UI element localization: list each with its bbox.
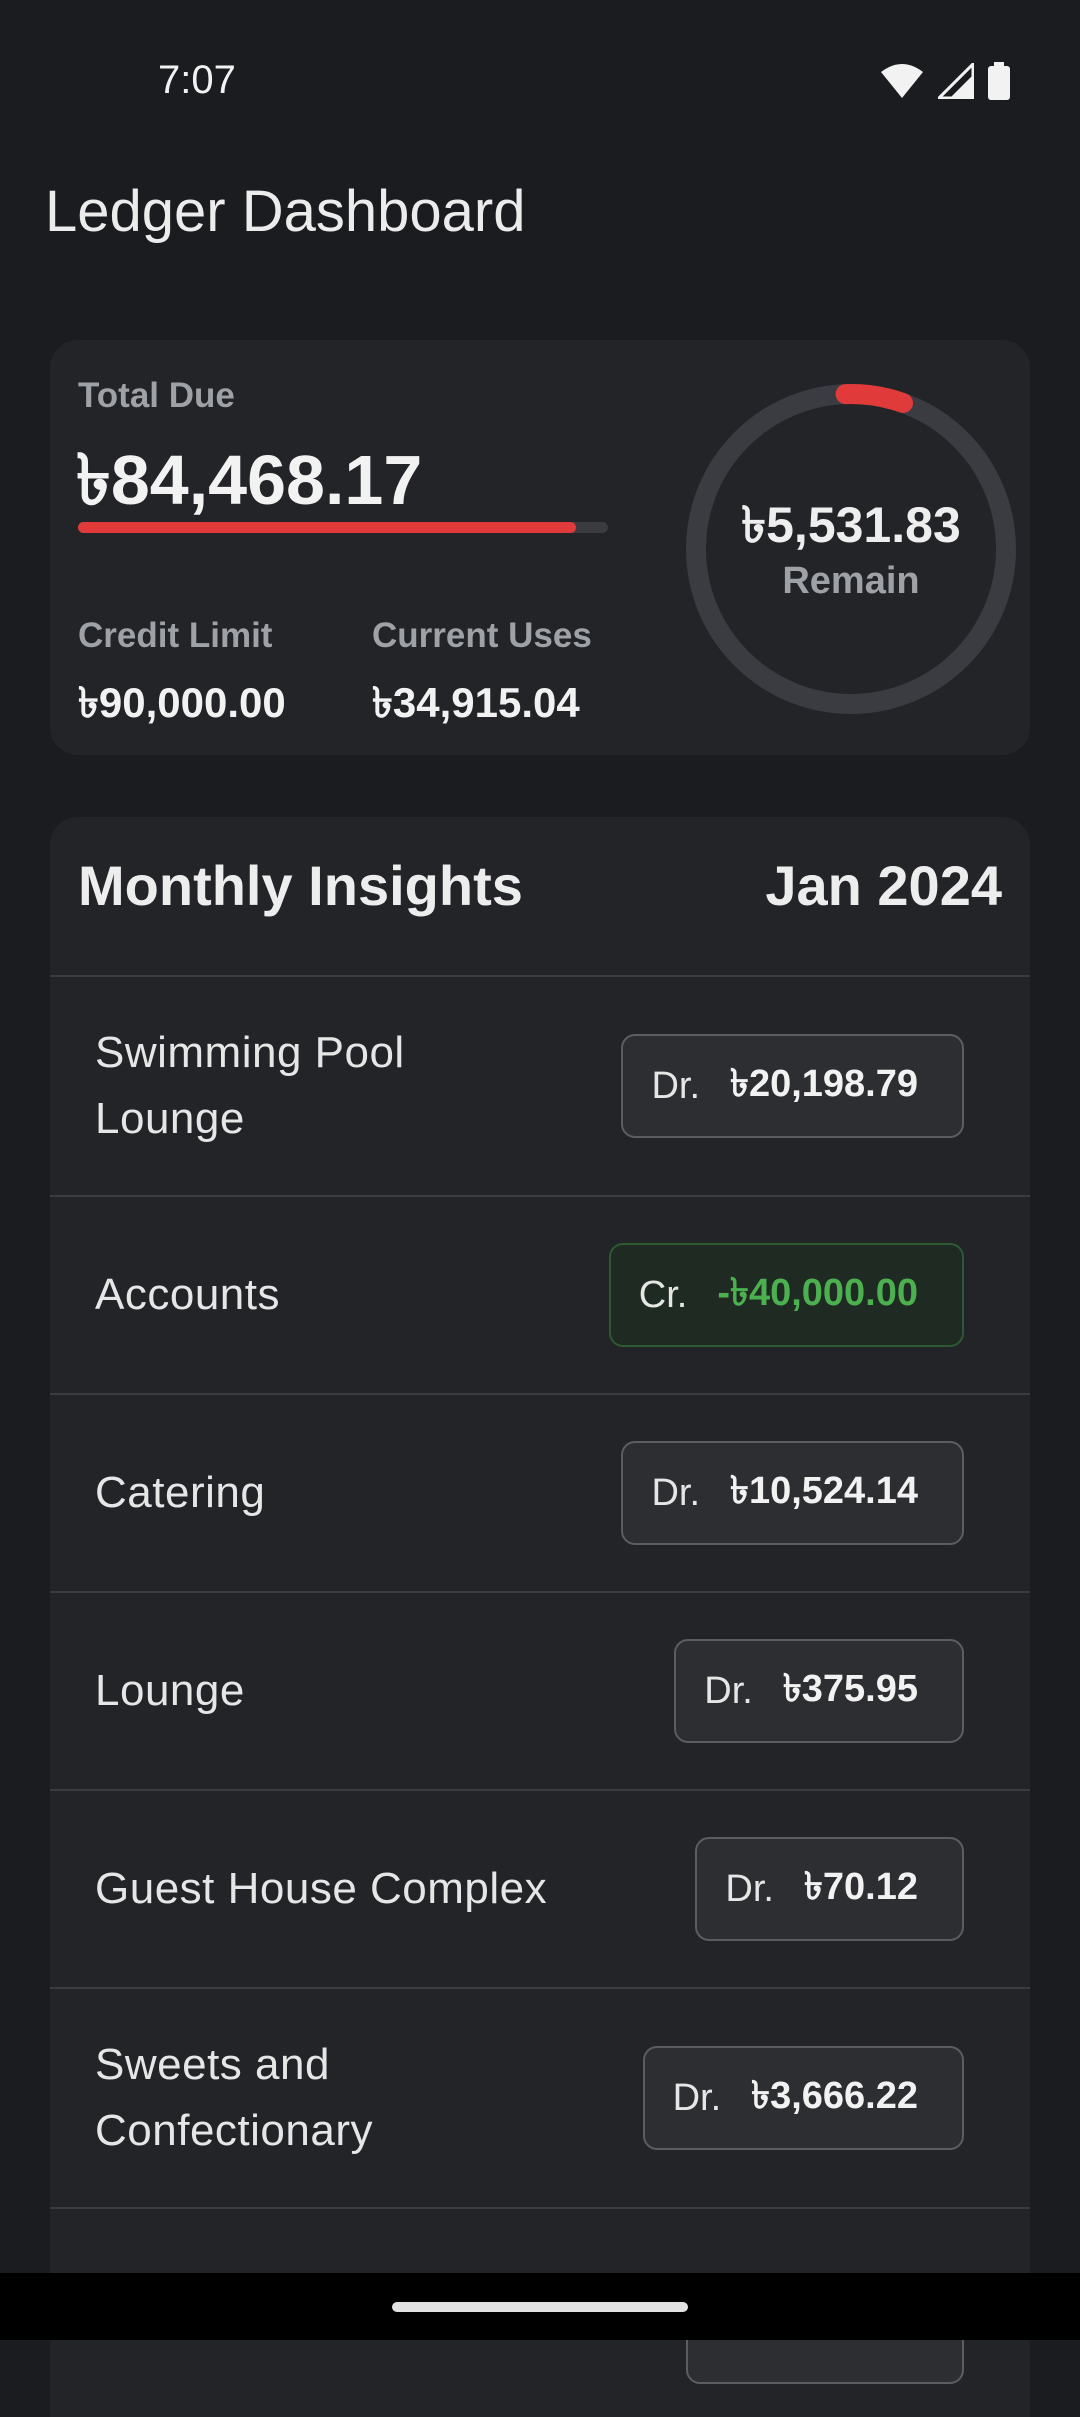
status-time: 7:07	[158, 58, 236, 102]
total-due-label: Total Due	[78, 376, 235, 415]
amount-chip: Dr. ৳3,666.22	[642, 2046, 964, 2150]
list-item[interactable]: Guest House Complex Dr. ৳70.12	[50, 1789, 1030, 1987]
total-due-progress-fill	[78, 522, 577, 533]
entry-amount: ৳70.12	[803, 1866, 918, 1908]
credit-limit-label: Credit Limit	[78, 616, 273, 655]
total-due-progress-bar	[78, 522, 608, 533]
list-item-name: Lounge	[95, 1666, 245, 1715]
list-item[interactable]: Sweets and Confectionary Dr. ৳3,666.22	[50, 1987, 1030, 2207]
status-icons	[880, 62, 1010, 100]
wifi-icon	[880, 63, 924, 99]
entry-amount: ৳20,198.79	[730, 1063, 918, 1105]
credit-limit-value: ৳90,000.00	[78, 679, 286, 726]
insights-month[interactable]: Jan 2024	[765, 853, 1002, 918]
remain-value: ৳5,531.83	[741, 497, 961, 553]
amount-chip: Dr. ৳10,524.14	[621, 1441, 964, 1545]
status-bar: 7:07	[0, 0, 1080, 120]
list-item-name: Sweets and Confectionary	[95, 2040, 373, 2155]
list-item-name: Swimming Pool Lounge	[95, 1028, 405, 1143]
amount-chip: Dr. ৳20,198.79	[621, 1034, 964, 1138]
current-uses-value: ৳34,915.04	[372, 679, 580, 726]
battery-icon	[988, 62, 1010, 100]
amount-chip: Dr. ৳70.12	[695, 1837, 964, 1941]
amount-chip: Dr. ৳375.95	[674, 1639, 964, 1743]
entry-type: Dr.	[651, 1064, 701, 1107]
list-item[interactable]: Lounge Dr. ৳375.95	[50, 1591, 1030, 1789]
list-item-name: Catering	[95, 1468, 266, 1517]
remain-label: Remain	[782, 560, 920, 602]
entry-type: Cr.	[638, 1273, 688, 1316]
entry-type: Dr.	[704, 1669, 753, 1712]
entry-amount: ৳3,666.22	[751, 2075, 918, 2117]
list-item-name: Accounts	[95, 1270, 280, 1319]
cellular-signal-icon	[938, 63, 974, 99]
entry-type: Dr.	[672, 2076, 722, 2119]
entry-amount: ৳375.95	[782, 1668, 918, 1710]
insights-list: Swimming Pool Lounge Dr. ৳20,198.79 Acco…	[50, 975, 1030, 2405]
entry-type: Dr.	[651, 1471, 701, 1514]
current-uses-label: Current Uses	[372, 616, 592, 655]
home-indicator[interactable]	[392, 2302, 688, 2312]
list-item-name: Guest House Complex	[95, 1864, 548, 1913]
total-due-card: Total Due ৳84,468.17 Credit Limit ৳90,00…	[50, 340, 1030, 755]
insights-title: Monthly Insights	[78, 854, 523, 917]
list-item[interactable]: Accounts Cr. -৳40,000.00	[50, 1195, 1030, 1393]
entry-amount: ৳10,524.14	[730, 1470, 918, 1512]
list-item[interactable]: Swimming Pool Lounge Dr. ৳20,198.79	[50, 975, 1030, 1195]
amount-chip: Cr. -৳40,000.00	[608, 1243, 964, 1347]
page-title: Ledger Dashboard	[45, 179, 526, 244]
list-item[interactable]: Catering Dr. ৳10,524.14	[50, 1393, 1030, 1591]
entry-type: Dr.	[725, 1867, 774, 1910]
entry-amount: -৳40,000.00	[717, 1272, 918, 1314]
remain-gauge: ৳5,531.83 Remain	[682, 380, 1020, 718]
monthly-insights-card: Monthly Insights Jan 2024 Swimming Pool …	[50, 817, 1030, 2417]
